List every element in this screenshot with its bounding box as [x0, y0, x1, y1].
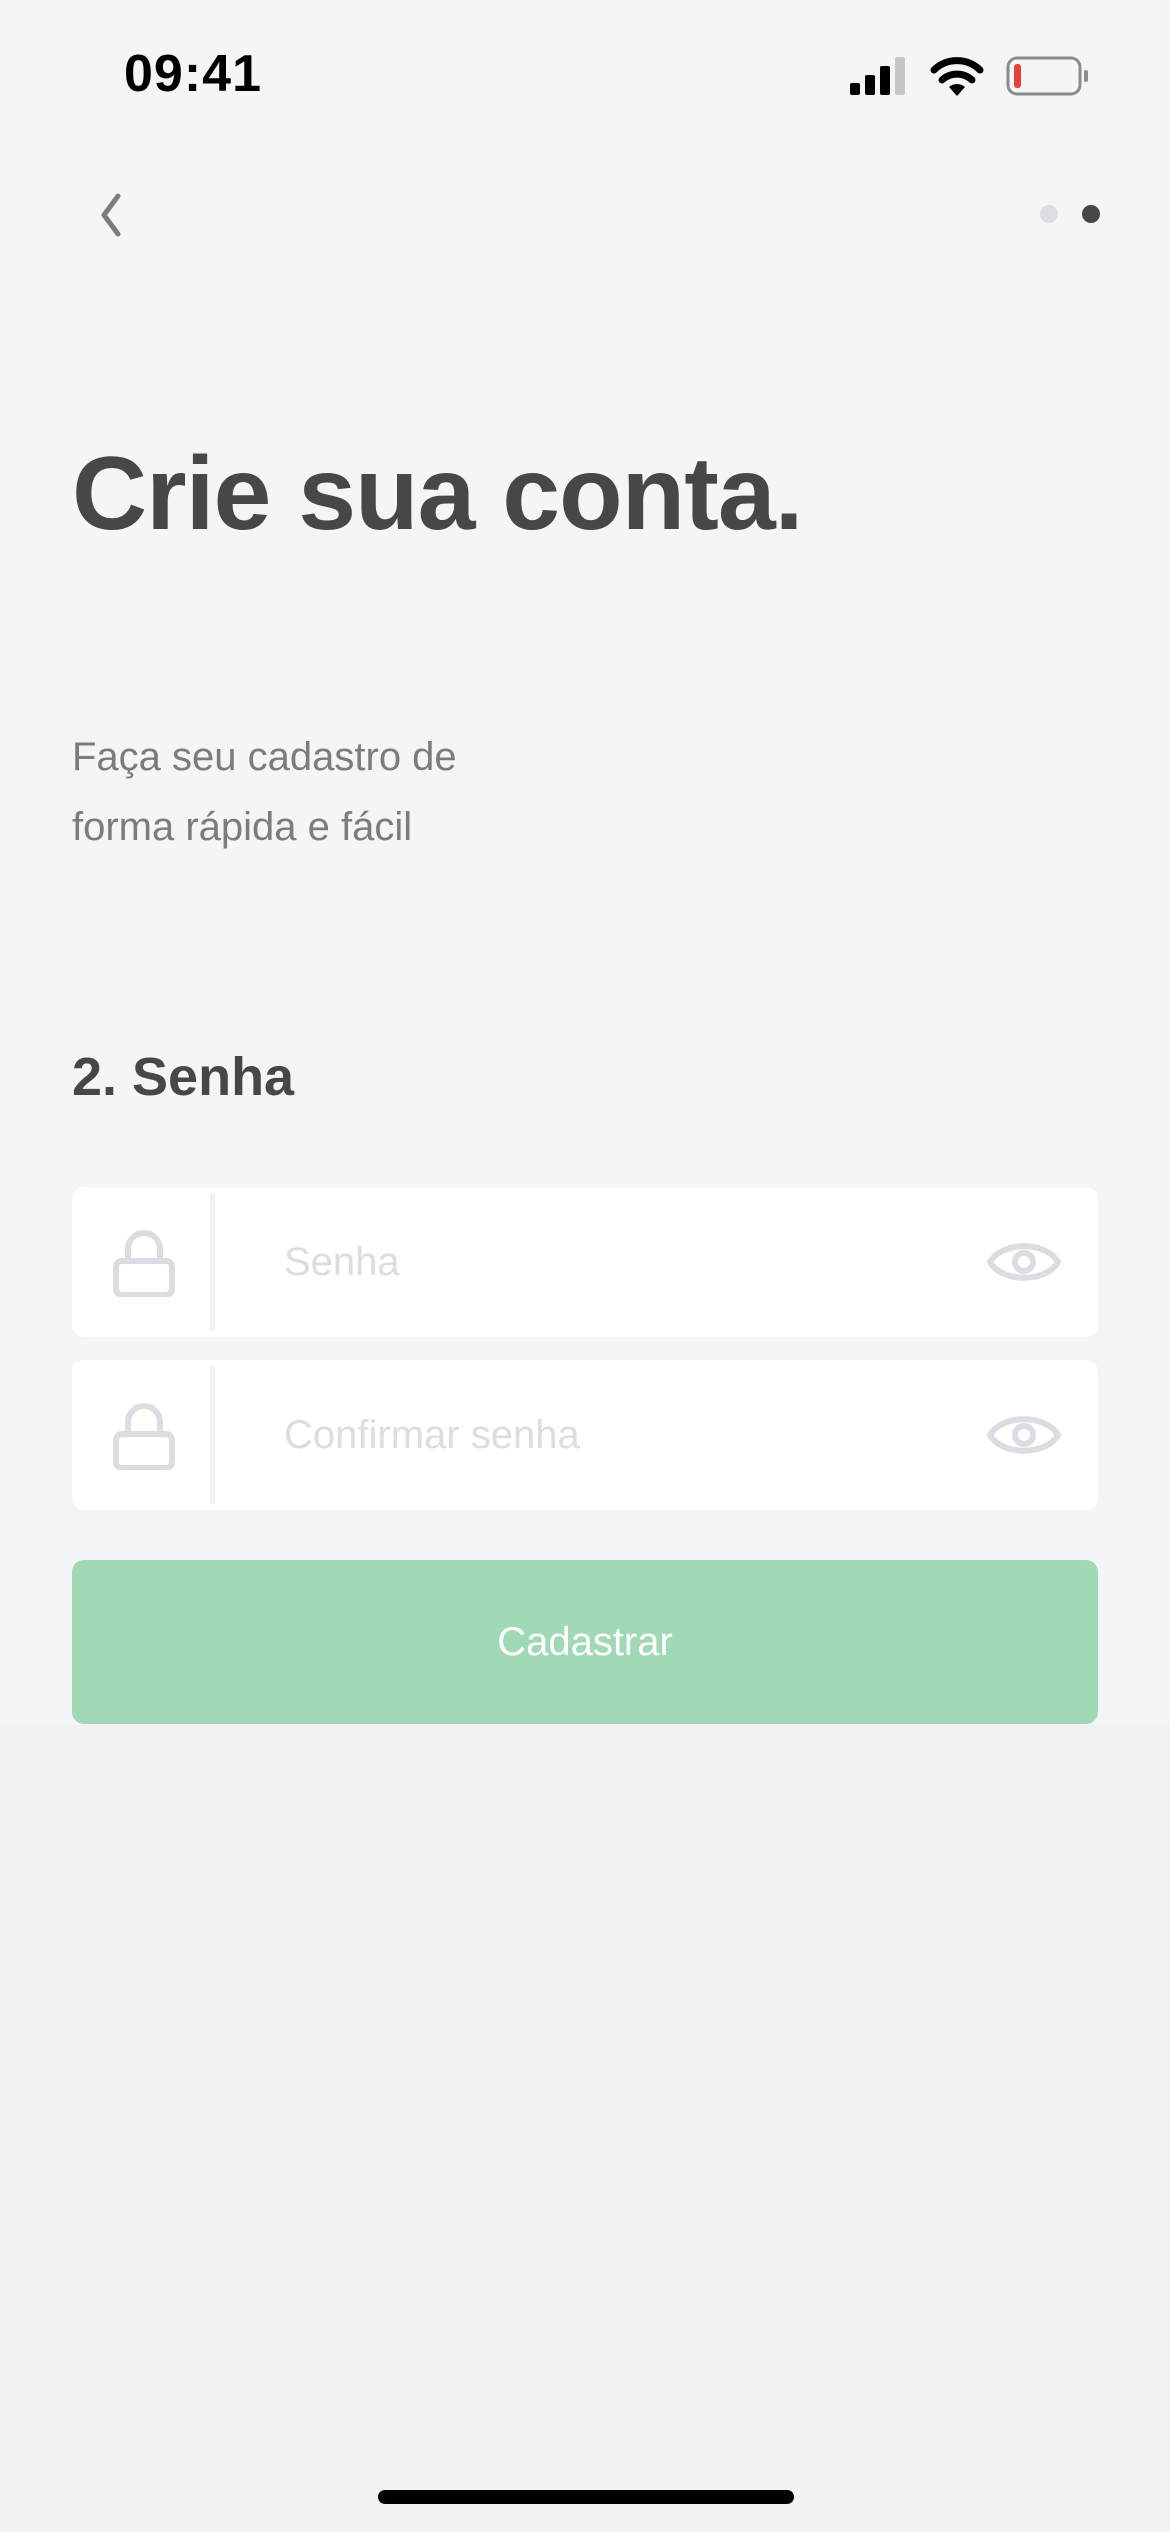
- confirm-password-input[interactable]: [284, 1400, 964, 1470]
- cellular-signal-icon: [850, 57, 905, 95]
- wifi-icon: [930, 57, 984, 96]
- signup-screen: 09:41 Crie sua conta. Faça seu cadastro …: [0, 0, 1170, 1725]
- status-bar: 09:41: [0, 0, 1170, 150]
- status-time: 09:41: [124, 45, 262, 103]
- battery-low-icon: [1006, 56, 1088, 96]
- section-title: 2. Senha: [72, 1047, 295, 1107]
- eye-icon[interactable]: [986, 1231, 1062, 1293]
- chevron-left-icon: [101, 193, 121, 237]
- lock-icon: [113, 1403, 175, 1470]
- step-dot-2-active: [1082, 205, 1100, 223]
- confirm-password-field: [72, 1360, 1098, 1510]
- field-divider: [210, 1193, 215, 1331]
- home-indicator[interactable]: [378, 2490, 794, 2504]
- field-divider: [210, 1366, 215, 1504]
- back-button[interactable]: [82, 180, 142, 250]
- password-input[interactable]: [284, 1227, 964, 1297]
- step-dot-1: [1040, 205, 1058, 223]
- page-subtitle: Faça seu cadastro de forma rápida e fáci…: [72, 735, 457, 849]
- status-icons: [850, 56, 1090, 96]
- register-button[interactable]: Cadastrar: [72, 1560, 1098, 1724]
- password-field: [72, 1187, 1098, 1337]
- lock-icon: [113, 1230, 175, 1297]
- eye-icon[interactable]: [986, 1404, 1062, 1466]
- step-indicator: [1040, 205, 1100, 223]
- page-title: Crie sua conta.: [72, 436, 804, 552]
